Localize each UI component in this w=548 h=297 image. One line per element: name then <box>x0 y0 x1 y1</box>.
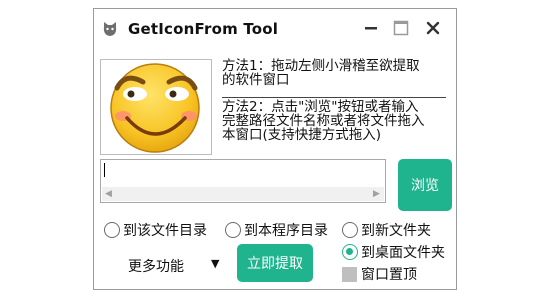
radio-icon <box>104 222 120 238</box>
main-window: GetIconFrom Tool 方法1：拖动左侧小滑稽至欲提取 的软件窗口 方… <box>93 8 457 290</box>
radio-label: 到新文件夹 <box>361 223 431 239</box>
maximize-button[interactable] <box>388 15 414 41</box>
more-features-menu[interactable]: 更多功能 <box>128 256 184 276</box>
close-icon <box>426 21 440 35</box>
method2-instructions: 方法2：点击"浏览"按钮或者输入 完整路径文件名称或者将文件拖入 本窗口(支持快… <box>222 100 450 142</box>
checkbox-always-on-top[interactable]: 窗口置顶 <box>342 264 417 284</box>
dropdown-arrow-icon[interactable]: ▼ <box>211 257 219 270</box>
radio-to-desktop-folder[interactable]: 到桌面文件夹 <box>342 242 445 262</box>
minimize-icon <box>365 27 377 30</box>
radio-selected-icon <box>342 244 358 260</box>
radio-to-program-dir[interactable]: 到本程序目录 <box>225 220 328 240</box>
scroll-left-icon[interactable]: ◀ <box>105 189 112 199</box>
file-path-input[interactable]: ◀ ▶ <box>100 159 386 203</box>
method2-line3: 本窗口(支持快捷方式拖入) <box>222 127 382 143</box>
radio-to-file-dir[interactable]: 到该文件目录 <box>104 220 207 240</box>
extract-now-button[interactable]: 立即提取 <box>237 244 313 282</box>
radio-to-new-folder[interactable]: 到新文件夹 <box>342 220 431 240</box>
method1-instructions: 方法1：拖动左侧小滑稽至欲提取 的软件窗口 <box>222 59 448 87</box>
radio-icon <box>342 222 358 238</box>
checkbox-icon <box>342 266 357 282</box>
horizontal-scrollbar[interactable]: ◀ ▶ <box>102 187 384 201</box>
divider <box>222 97 446 98</box>
browse-button[interactable]: 浏览 <box>398 159 452 211</box>
title-bar[interactable]: GetIconFrom Tool <box>94 9 456 49</box>
scroll-right-icon[interactable]: ▶ <box>373 189 380 199</box>
radio-label: 到该文件目录 <box>123 223 207 239</box>
close-button[interactable] <box>420 15 446 41</box>
cat-app-icon <box>103 22 117 36</box>
minimize-button[interactable] <box>358 15 384 41</box>
checkbox-label: 窗口置顶 <box>361 267 417 283</box>
maximize-icon <box>393 20 409 36</box>
radio-icon <box>225 222 241 238</box>
radio-label: 到本程序目录 <box>244 223 328 239</box>
method1-line2: 的软件窗口 <box>222 72 290 88</box>
method2-line1: 方法2：点击"浏览"按钮或者输入 <box>222 99 419 115</box>
radio-label: 到桌面文件夹 <box>361 245 445 261</box>
method2-line2: 完整路径文件名称或者将文件拖入 <box>222 113 425 129</box>
method1-line1: 方法1：拖动左侧小滑稽至欲提取 <box>222 58 420 74</box>
text-caret <box>104 163 105 177</box>
window-title: GetIconFrom Tool <box>128 20 279 38</box>
funny-smiley-icon <box>110 63 200 153</box>
drag-icon-picker[interactable] <box>100 59 212 155</box>
